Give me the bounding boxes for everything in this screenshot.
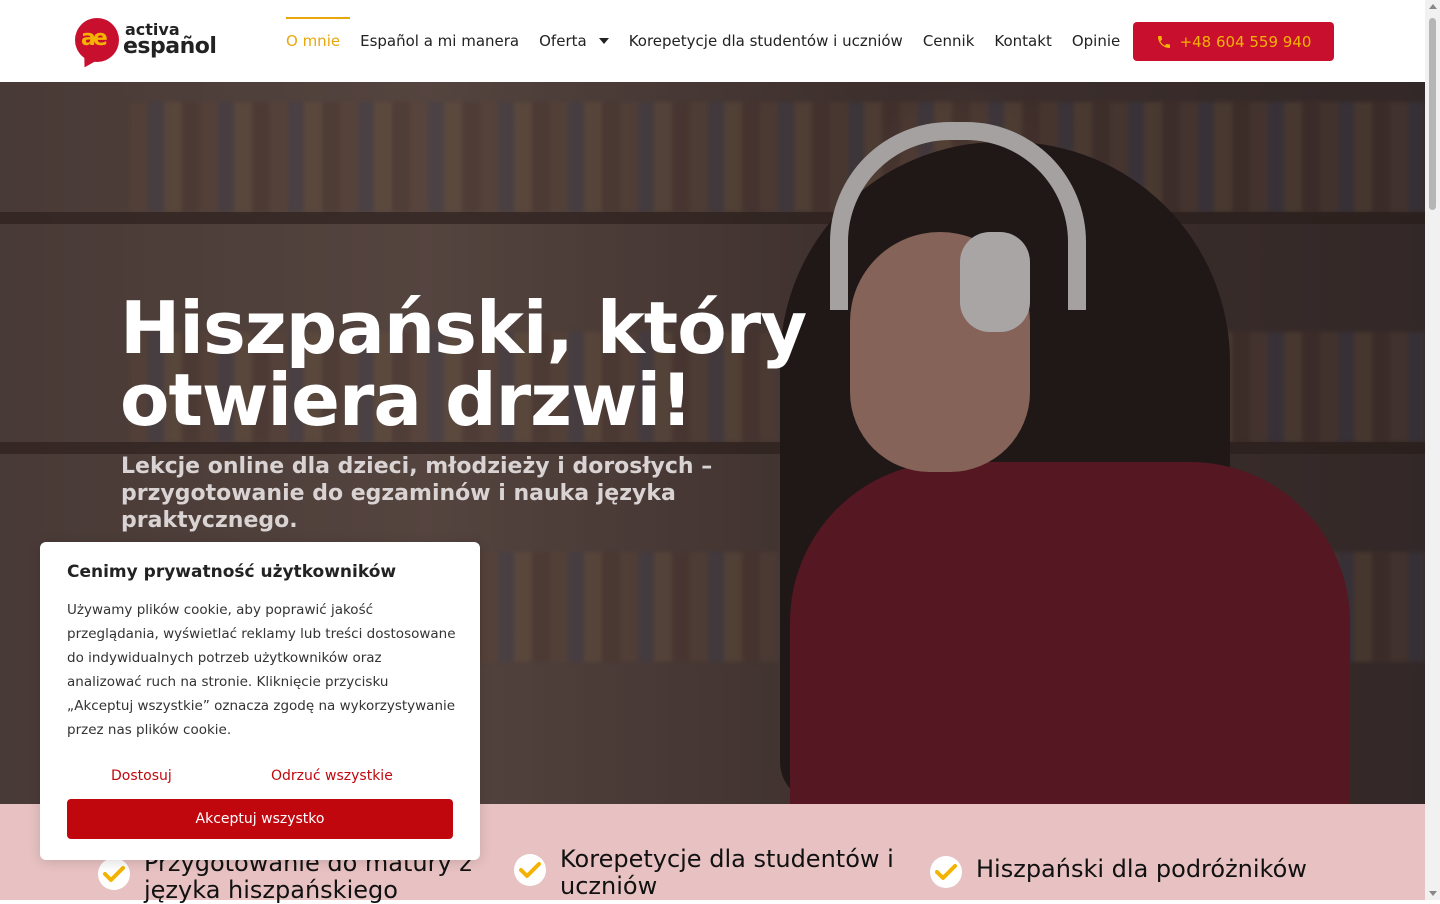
hero-title: Hiszpański, który otwiera drzwi!: [120, 286, 807, 442]
scrollbar-thumb[interactable]: [1429, 18, 1436, 210]
check-icon: [930, 856, 962, 888]
scroll-down-icon[interactable]: [1429, 891, 1437, 896]
cookie-text: Używamy plików cookie, aby poprawić jako…: [67, 602, 456, 738]
site-header: ae activa español O mnie Español a mi ma…: [0, 0, 1425, 82]
main-nav: O mnie Español a mi manera Oferta Korepe…: [286, 0, 1130, 82]
site-logo[interactable]: ae activa español: [75, 16, 217, 64]
phone-button[interactable]: +48 604 559 940: [1133, 22, 1334, 61]
logo-mark-icon: ae: [75, 18, 119, 62]
logo-text-espanol: español: [123, 34, 217, 59]
cookie-consent-dialog: Cenimy prywatność użytkowników Używamy p…: [40, 542, 480, 860]
nav-item-oferta-label: Oferta: [539, 32, 587, 50]
phone-icon: [1156, 34, 1172, 50]
nav-item-o-mnie[interactable]: O mnie: [286, 0, 351, 82]
check-icon: [98, 858, 130, 890]
nav-item-cennik[interactable]: Cennik: [913, 0, 985, 82]
nav-item-kontakt[interactable]: Kontakt: [984, 0, 1061, 82]
nav-item-korepetycje[interactable]: Korepetycje dla studentów i uczniów: [619, 0, 913, 82]
cookie-accept-button[interactable]: Akceptuj wszystko: [67, 799, 453, 839]
cookie-title: Cenimy prywatność użytkowników: [67, 562, 397, 582]
nav-item-oferta[interactable]: Oferta: [529, 0, 619, 82]
cookie-customize-button[interactable]: Dostosuj: [111, 768, 172, 784]
feature-label: Hiszpański dla podróżników: [976, 855, 1307, 883]
page-scrollbar[interactable]: [1425, 0, 1440, 900]
check-icon: [514, 854, 546, 886]
feature-item: Korepetycje dla studentów i uczniów: [514, 846, 914, 900]
phone-label: +48 604 559 940: [1179, 32, 1312, 51]
nav-item-opinie[interactable]: Opinie: [1062, 0, 1130, 82]
nav-item-espanol-a-mi-manera[interactable]: Español a mi manera: [350, 0, 529, 82]
chevron-down-icon[interactable]: [598, 38, 609, 44]
cookie-reject-button[interactable]: Odrzuć wszystkie: [271, 768, 393, 784]
feature-item: Hiszpański dla podróżników: [930, 856, 1390, 888]
hero-subtitle: Lekcje online dla dzieci, młodzieży i do…: [121, 454, 713, 533]
scroll-up-icon[interactable]: [1429, 4, 1437, 9]
feature-label: Korepetycje dla studentów i uczniów: [560, 845, 894, 900]
